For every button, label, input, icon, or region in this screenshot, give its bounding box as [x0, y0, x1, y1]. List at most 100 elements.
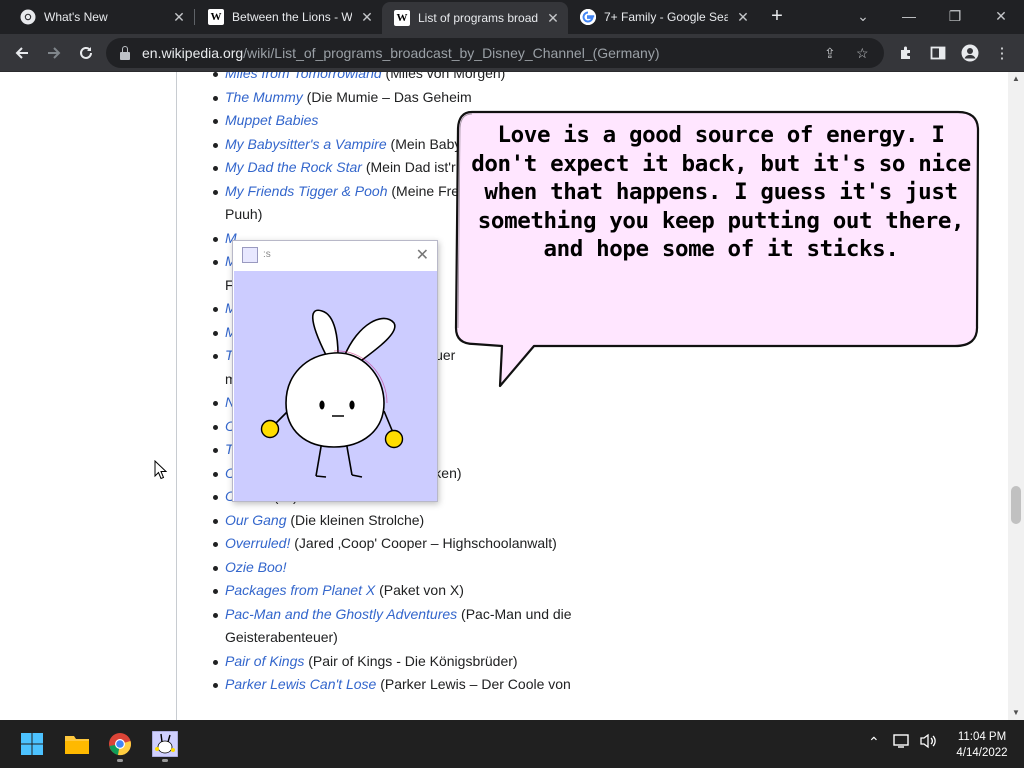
- program-german-title: (Jared ‚Coop' Cooper – Highschoolanwalt): [290, 535, 557, 551]
- tab-title: 7+ Family - Google Sea: [604, 10, 728, 24]
- new-tab-button[interactable]: +: [764, 5, 790, 29]
- program-link[interactable]: The Mummy: [225, 89, 303, 105]
- tab-title: Between the Lions - Wi: [232, 10, 352, 24]
- program-link[interactable]: Pac-Man and the Ghostly Adventures: [225, 606, 457, 622]
- tab-search-chevron-icon[interactable]: ⌄: [840, 0, 886, 32]
- pet-window-titlebar[interactable]: :s ✕: [233, 241, 437, 270]
- tab-title: List of programs broad: [418, 11, 538, 25]
- program-link[interactable]: Our Gang: [225, 512, 286, 528]
- program-link[interactable]: Parker Lewis Can't Lose: [225, 676, 376, 692]
- bunny-pet-icon[interactable]: [149, 728, 181, 760]
- program-german-title: Puuh): [225, 206, 263, 222]
- browser-toolbar: en.wikipedia.org/wiki/List_of_programs_b…: [0, 34, 1024, 72]
- file-explorer-icon[interactable]: [61, 728, 93, 760]
- list-item: Ozie Boo!: [213, 556, 625, 580]
- chrome-icon[interactable]: [104, 728, 136, 760]
- url-text: en.wikipedia.org/wiki/List_of_programs_b…: [142, 45, 660, 61]
- chrome-running-indicator: [117, 759, 123, 762]
- chrome-menu-icon[interactable]: ⋮: [992, 43, 1012, 63]
- close-tab-icon[interactable]: ✕: [358, 9, 376, 26]
- profile-avatar-icon[interactable]: [960, 43, 980, 63]
- back-button[interactable]: [8, 39, 36, 67]
- side-panel-icon[interactable]: [928, 43, 948, 63]
- forward-arrow-icon: [48, 47, 61, 59]
- program-link[interactable]: Miles from Tomorrowland: [225, 72, 382, 81]
- page-scrollbar[interactable]: ▲ ▼: [1008, 72, 1024, 720]
- tab-list-of-programs[interactable]: W List of programs broad ✕: [382, 2, 568, 34]
- speech-bubble-text: Love is a good source of energy. I don't…: [471, 122, 971, 262]
- pet-running-indicator: [162, 759, 168, 762]
- windows-taskbar: ⌃ 11:04 PM 4/14/2022: [0, 720, 1024, 768]
- pet-display-area: [234, 271, 437, 501]
- program-german-title: (Pair of Kings - Die Königsbrüder): [304, 652, 518, 669]
- close-tab-icon[interactable]: ✕: [544, 10, 562, 27]
- share-icon[interactable]: ⇪: [824, 45, 836, 62]
- wikipedia-icon: W: [208, 9, 224, 25]
- tab-whats-new[interactable]: What's New ✕: [8, 0, 194, 34]
- forward-button[interactable]: [40, 39, 68, 67]
- program-link[interactable]: Packages from Planet X: [225, 582, 375, 598]
- pet-window-title: :s: [263, 249, 271, 260]
- scroll-down-arrow-icon[interactable]: ▼: [1008, 706, 1024, 720]
- url-path: /wiki/List_of_programs_broadcast_by_Disn…: [243, 45, 660, 61]
- list-item: Our Gang (Die kleinen Strolche): [213, 509, 625, 533]
- extensions-puzzle-icon[interactable]: [896, 43, 916, 63]
- mouse-cursor-icon: [154, 460, 168, 480]
- close-tab-icon[interactable]: ✕: [734, 9, 752, 26]
- list-item: Miles from Tomorrowland (Miles von Morge…: [213, 72, 625, 86]
- browser-tab-strip: What's New ✕ W Between the Lions - Wi ✕ …: [0, 0, 1024, 34]
- windows-start-icon[interactable]: [16, 728, 48, 760]
- program-german-title: (Die Mumie – Das Geheim: [302, 88, 472, 105]
- address-bar[interactable]: en.wikipedia.org/wiki/List_of_programs_b…: [106, 38, 884, 68]
- program-link[interactable]: My Dad the Rock Star: [225, 159, 362, 175]
- bunny-hand-left: [260, 419, 280, 439]
- lock-icon[interactable]: [120, 45, 130, 60]
- program-german-title: (Miles von Morgen): [381, 72, 506, 81]
- wikipedia-icon: W: [394, 10, 410, 26]
- list-item: Parker Lewis Can't Lose (Parker Lewis – …: [213, 673, 625, 697]
- google-icon: [580, 9, 596, 25]
- list-item: Packages from Planet X (Paket von X): [213, 579, 625, 603]
- list-item: Pair of Kings (Pair of Kings - Die König…: [213, 650, 625, 674]
- volume-icon[interactable]: [919, 733, 937, 752]
- minimize-button[interactable]: —: [886, 0, 932, 32]
- reload-button[interactable]: [72, 39, 100, 67]
- program-german-title: Geisterabenteuer): [225, 629, 338, 645]
- clock-time: 11:04 PM: [957, 731, 1007, 743]
- desktop-pet-window[interactable]: :s ✕: [232, 240, 438, 502]
- show-hidden-icons-chevron-icon[interactable]: ⌃: [868, 734, 880, 751]
- program-link[interactable]: Muppet Babies: [225, 112, 318, 128]
- tab-separator: [194, 9, 195, 25]
- bunny-character[interactable]: [234, 271, 437, 501]
- program-link[interactable]: My Friends Tigger & Pooh: [225, 183, 388, 199]
- scrollbar-thumb[interactable]: [1011, 486, 1021, 524]
- program-german-title: (Parker Lewis – Der Coole von: [376, 676, 571, 692]
- network-icon[interactable]: [893, 733, 911, 752]
- restore-button[interactable]: ❐: [932, 0, 978, 32]
- tab-between-the-lions[interactable]: W Between the Lions - Wi ✕: [196, 0, 382, 34]
- clock-date: 4/14/2022: [956, 747, 1008, 759]
- program-german-title: (Mein Dad ist'r: [361, 159, 456, 175]
- url-host: en.wikipedia.org: [142, 45, 244, 61]
- program-link[interactable]: My Babysitter's a Vampire: [225, 136, 387, 152]
- program-link[interactable]: Overruled!: [225, 535, 290, 551]
- list-item: Overruled! (Jared ‚Coop' Cooper – Highsc…: [213, 532, 625, 556]
- close-icon[interactable]: ✕: [416, 245, 429, 265]
- program-german-title: (Die kleinen Strolche): [286, 511, 425, 528]
- program-german-title: (Paket von X): [375, 582, 464, 598]
- scroll-up-arrow-icon[interactable]: ▲: [1008, 72, 1024, 86]
- reload-icon: [80, 46, 92, 59]
- back-arrow-icon: [15, 47, 28, 59]
- taskbar-clock[interactable]: 11:04 PM 4/14/2022: [944, 729, 1020, 761]
- bunny-hand-right: [384, 429, 404, 449]
- close-tab-icon[interactable]: ✕: [170, 9, 188, 26]
- program-link[interactable]: Ozie Boo!: [225, 559, 286, 575]
- close-window-button[interactable]: ✕: [978, 0, 1024, 32]
- program-german-title: (Pac-Man und die: [457, 605, 572, 622]
- chrome-icon: [20, 9, 36, 25]
- tab-title: What's New: [44, 10, 108, 24]
- tab-google-search[interactable]: 7+ Family - Google Sea ✕: [568, 0, 758, 34]
- list-item: Pac-Man and the Ghostly Adventures (Pac-…: [213, 603, 625, 627]
- bookmark-star-icon[interactable]: ☆: [856, 45, 869, 62]
- program-link[interactable]: Pair of Kings: [225, 653, 304, 669]
